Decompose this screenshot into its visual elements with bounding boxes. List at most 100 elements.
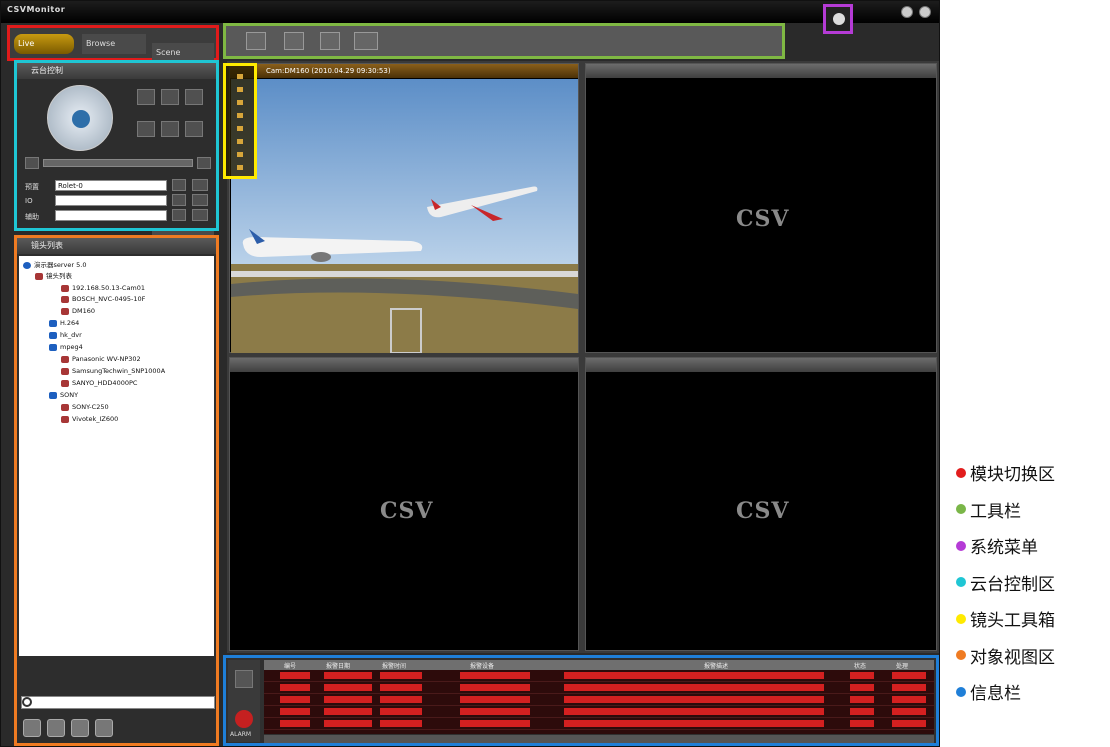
tree-item[interactable]: DM160	[61, 306, 95, 316]
tree-item[interactable]: H.264	[49, 318, 79, 328]
camera-icon	[61, 307, 69, 315]
ptz-title: 云台控制	[31, 66, 63, 75]
camera-icon	[61, 403, 69, 411]
table-row[interactable]	[264, 706, 934, 718]
monitor-view-button[interactable]	[320, 32, 340, 50]
video-pane-3[interactable]: CSV	[229, 357, 579, 651]
minimize-button[interactable]	[901, 6, 913, 18]
legend-dot	[956, 577, 966, 587]
camera-icon	[61, 295, 69, 303]
table-row[interactable]	[264, 718, 934, 730]
focus-far-button[interactable]	[161, 121, 179, 137]
legend-label: 工具栏	[970, 501, 1021, 522]
object-tool-button[interactable]	[71, 719, 89, 737]
preset-goto-button[interactable]	[172, 179, 186, 191]
column-header: 报警设备	[470, 663, 495, 670]
speed-slider[interactable]	[43, 159, 193, 167]
legend-dot	[956, 650, 966, 660]
legend-label: 云台控制区	[970, 574, 1055, 595]
toolbox-tool[interactable]	[237, 165, 243, 170]
io-label: IO	[25, 197, 33, 205]
legend-item: 模块切换区	[956, 460, 1106, 497]
module-browse-button[interactable]: Browse	[82, 34, 146, 54]
tree-item[interactable]: 镜头列表	[35, 271, 72, 281]
io-on-button[interactable]	[172, 194, 186, 206]
table-row[interactable]	[264, 694, 934, 706]
tree-item[interactable]: SamsungTechwin_SNP1000A	[61, 366, 165, 376]
camera-icon	[61, 367, 69, 375]
zoom-out-button[interactable]	[137, 121, 155, 137]
alarm-icon[interactable]	[235, 710, 253, 728]
camera-search-input[interactable]	[21, 696, 215, 709]
zoom-in-button[interactable]	[137, 89, 155, 105]
system-menu-button[interactable]	[823, 4, 853, 34]
object-tool-button[interactable]	[47, 719, 65, 737]
joystick-center[interactable]	[72, 110, 90, 128]
tree-item[interactable]: SANYO_HDD4000PC	[61, 378, 137, 388]
multi-monitor-button[interactable]	[354, 32, 378, 50]
tree-item[interactable]: SONY	[49, 390, 78, 400]
toolbox-tool[interactable]	[237, 139, 243, 144]
ptz-control-area: 云台控制 预置 Rolet-0 IO 辅助	[14, 60, 219, 231]
horizontal-scrollbar[interactable]	[264, 735, 934, 743]
tree-item[interactable]: BOSCH_NVC-0495-10F	[61, 294, 145, 304]
module-live-button[interactable]: Live	[14, 34, 74, 54]
video-grid: Cam:DM160 (2010.04.29 09:30:53) CSV CSV …	[227, 61, 939, 653]
camera-tree: 演示器server 5.0 镜头列表 192.168.50.13-Cam01 B…	[19, 256, 214, 656]
object-tool-button[interactable]	[23, 719, 41, 737]
object-tool-button[interactable]	[95, 719, 113, 737]
folder-icon	[49, 331, 57, 339]
toolbox-tool[interactable]	[237, 113, 243, 118]
iris-open-button[interactable]	[185, 89, 203, 105]
toolbox-tool[interactable]	[237, 87, 243, 92]
alarm-table-header: 编号 报警日期 报警时间 报警设备 报警描述 状态 处理	[264, 660, 934, 670]
table-row[interactable]	[264, 682, 934, 694]
tree-item[interactable]: hk_dvr	[49, 330, 82, 340]
monitor-icon[interactable]	[284, 32, 304, 50]
tree-item[interactable]: 192.168.50.13-Cam01	[61, 283, 145, 293]
io-select[interactable]	[55, 195, 167, 206]
focus-near-button[interactable]	[161, 89, 179, 105]
object-view-title: 镜头列表	[31, 241, 63, 250]
csv-logo: CSV	[736, 206, 790, 232]
toolbox-tool[interactable]	[237, 100, 243, 105]
column-header: 报警描述	[704, 663, 729, 670]
layout-single-button[interactable]	[246, 32, 266, 50]
table-row[interactable]	[264, 670, 934, 682]
aux-off-button[interactable]	[192, 209, 208, 221]
folder-icon	[49, 319, 57, 327]
camera-icon	[61, 379, 69, 387]
module-switch-area: Live Browse Scene	[7, 25, 219, 317]
toolbox-tool[interactable]	[237, 126, 243, 131]
io-off-button[interactable]	[192, 194, 208, 206]
tree-item[interactable]: 演示器server 5.0	[23, 260, 86, 270]
toolbox-tool[interactable]	[237, 152, 243, 157]
toolbox-tool[interactable]	[237, 74, 243, 79]
tree-item[interactable]: SONY-C250	[61, 402, 109, 412]
speed-plus-button[interactable]	[197, 157, 211, 169]
title-bar: CSVMonitor	[1, 1, 939, 23]
video-pane-4[interactable]: CSV	[585, 357, 937, 651]
legend-item: 云台控制区	[956, 570, 1106, 607]
video-pane-1[interactable]: Cam:DM160 (2010.04.29 09:30:53)	[229, 63, 579, 353]
server-icon	[23, 261, 31, 269]
tree-item[interactable]: Panasonic WV-NP302	[61, 354, 141, 364]
aux-select[interactable]	[55, 210, 167, 221]
iris-close-button[interactable]	[185, 121, 203, 137]
preset-set-button[interactable]	[192, 179, 208, 191]
folder-icon	[49, 343, 57, 351]
log-icon[interactable]	[235, 670, 253, 688]
preset-label: 预置	[25, 183, 39, 191]
legend-item: 镜头工具箱	[956, 606, 1106, 643]
aux-on-button[interactable]	[172, 209, 186, 221]
tree-item[interactable]: mpeg4	[49, 342, 83, 352]
video-pane-2[interactable]: CSV	[585, 63, 937, 353]
tree-item[interactable]: Vivotek_IZ600	[61, 414, 118, 424]
preset-select[interactable]: Rolet-0	[55, 180, 167, 191]
close-button[interactable]	[919, 6, 931, 18]
folder-icon	[49, 391, 57, 399]
legend: 模块切换区 工具栏 系统菜单 云台控制区 镜头工具箱 对象视图区 信息栏	[956, 460, 1106, 716]
ptz-joystick[interactable]	[47, 85, 113, 151]
speed-minus-button[interactable]	[25, 157, 39, 169]
legend-dot	[956, 504, 966, 514]
